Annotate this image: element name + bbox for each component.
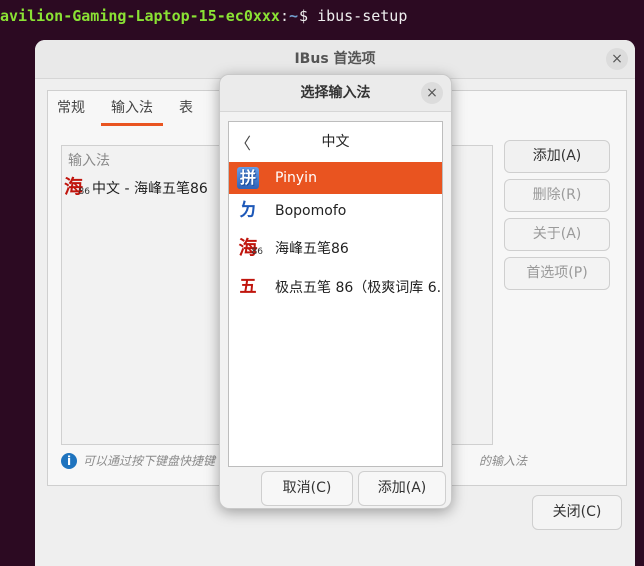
haifeng-wubi-icon: 海 86 bbox=[64, 176, 90, 200]
tab-bar: 常规 输入法 表 bbox=[47, 90, 209, 126]
add-button[interactable]: 添加(A) bbox=[504, 140, 610, 173]
terminal-separator: : bbox=[279, 7, 289, 25]
info-row: i 可以通过按下键盘快捷键 的输入法 bbox=[61, 452, 527, 469]
tab-emoji[interactable]: 表 bbox=[169, 90, 203, 126]
select-input-method-dialog: 选择输入法 × 〈 中文 拼 Pinyin ㄉ Bopomofo 海 86 海峰… bbox=[219, 74, 452, 509]
list-item-label: 中文 - 海峰五笔86 bbox=[92, 181, 208, 197]
list-item[interactable]: 海 86 中文 - 海峰五笔86 bbox=[64, 176, 208, 200]
main-close-icon[interactable]: × bbox=[606, 48, 628, 70]
terminal-command: ibus-setup bbox=[317, 7, 408, 25]
wubi-icon: 五 bbox=[239, 277, 257, 297]
terminal-host: avilion-Gaming-Laptop-15-ec0xxx bbox=[0, 7, 280, 25]
tab-general[interactable]: 常规 bbox=[47, 90, 95, 126]
input-method-chooser-list: 〈 中文 拼 Pinyin ㄉ Bopomofo 海 86 海峰五笔86 五 极… bbox=[228, 121, 443, 467]
list-item-bopomofo[interactable]: ㄉ Bopomofo bbox=[229, 195, 442, 227]
list-item-pinyin[interactable]: 拼 Pinyin bbox=[229, 162, 442, 194]
close-button[interactable]: 关闭(C) bbox=[532, 495, 622, 530]
terminal-prompt-symbol: $ bbox=[299, 7, 309, 25]
list-item-label: Bopomofo bbox=[275, 203, 347, 219]
dialog-add-button[interactable]: 添加(A) bbox=[358, 471, 446, 506]
language-header[interactable]: 〈 中文 bbox=[229, 122, 442, 162]
info-icon: i bbox=[61, 452, 77, 469]
icon-number: 86 bbox=[251, 247, 263, 257]
list-item-label: 极点五笔 86（极爽词库 6. bbox=[275, 280, 442, 296]
language-label: 中文 bbox=[321, 134, 350, 150]
terminal-prompt-line: avilion-Gaming-Laptop-15-ec0xxx:~$ ibus-s… bbox=[0, 4, 407, 28]
list-item-label: 海峰五笔86 bbox=[275, 241, 349, 257]
list-item-label: Pinyin bbox=[275, 170, 317, 186]
remove-button[interactable]: 删除(R) bbox=[504, 179, 610, 212]
info-text-tail: 的输入法 bbox=[479, 454, 528, 468]
main-window-title: IBus 首选项 bbox=[294, 51, 376, 67]
info-text: 可以通过按下键盘快捷键 bbox=[83, 454, 216, 468]
haifeng-wubi-icon: 海 86 bbox=[233, 235, 263, 261]
tab-input-method[interactable]: 输入法 bbox=[101, 90, 163, 126]
dialog-titlebar: 选择输入法 × bbox=[220, 75, 451, 112]
pinyin-icon: 拼 bbox=[237, 167, 259, 189]
list-item-jidian-wubi[interactable]: 五 极点五笔 86（极爽词库 6. bbox=[229, 271, 442, 303]
list-header: 输入法 bbox=[68, 153, 110, 169]
dialog-title: 选择输入法 bbox=[300, 85, 371, 101]
terminal-path: ~ bbox=[289, 7, 299, 25]
dialog-close-icon[interactable]: × bbox=[421, 82, 443, 104]
cancel-button[interactable]: 取消(C) bbox=[261, 471, 353, 506]
about-button[interactable]: 关于(A) bbox=[504, 218, 610, 251]
bopomofo-icon: ㄉ bbox=[239, 200, 257, 221]
icon-number: 86 bbox=[78, 187, 90, 197]
preferences-button[interactable]: 首选项(P) bbox=[504, 257, 610, 290]
list-item-haifeng-wubi[interactable]: 海 86 海峰五笔86 bbox=[229, 232, 442, 264]
